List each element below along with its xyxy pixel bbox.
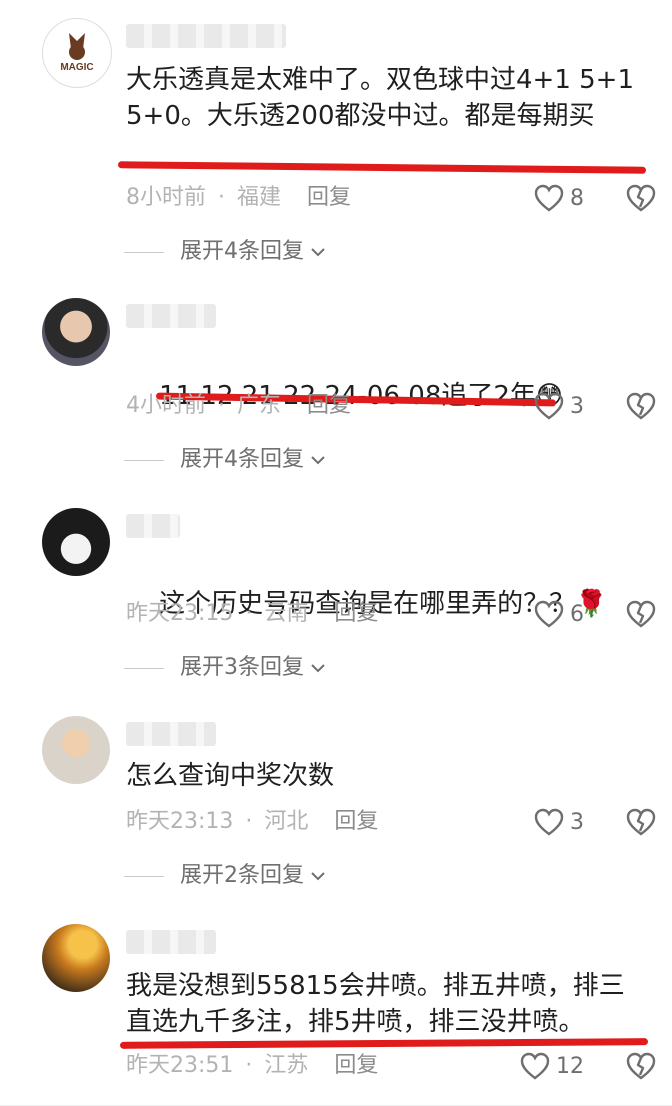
comment-time: 4小时前 xyxy=(126,393,206,418)
like-count: 12 xyxy=(556,1053,584,1079)
comment-location: 广东 xyxy=(237,393,282,418)
username[interactable] xyxy=(126,722,216,746)
comment-item: 怎么查询中奖次数 昨天23:13 · 河北 回复 3 展开2条回复 xyxy=(0,708,672,916)
reply-button[interactable]: 回复 xyxy=(334,806,378,838)
like-count: 3 xyxy=(570,809,584,835)
comment-item: 11 12 21 22 24-06 08追了2年😳 4小时前·广东回复 3 展开… xyxy=(0,290,672,500)
comment-time: 昨天23:13 xyxy=(126,809,234,834)
heart-outline-icon xyxy=(534,600,564,628)
expand-replies-label: 展开4条回复 xyxy=(180,239,304,264)
like-button[interactable]: 6 xyxy=(534,598,584,630)
reply-button[interactable]: 回复 xyxy=(334,598,378,630)
avatar[interactable] xyxy=(42,716,110,784)
like-button[interactable]: 8 xyxy=(534,182,584,214)
username[interactable] xyxy=(126,514,180,538)
expand-replies-button[interactable]: 展开2条回复 xyxy=(124,860,326,892)
svg-text:MAGIC: MAGIC xyxy=(60,62,93,73)
comment-meta: 4小时前 · 广东 回复 xyxy=(126,390,351,422)
broken-heart-icon[interactable] xyxy=(626,1051,656,1081)
comment-meta: 昨天23:15 · 云南 回复 xyxy=(126,598,378,630)
username[interactable] xyxy=(126,24,286,48)
comment-meta: 昨天23:51 · 江苏 回复 xyxy=(126,1050,378,1082)
heart-outline-icon xyxy=(534,184,564,212)
red-underline-annotation xyxy=(117,161,647,174)
divider-line xyxy=(124,876,164,877)
expand-replies-button[interactable]: 展开4条回复 xyxy=(124,236,326,268)
divider-line xyxy=(124,668,164,669)
username[interactable] xyxy=(126,930,216,954)
comment-time: 8小时前 xyxy=(126,185,206,210)
reply-button[interactable]: 回复 xyxy=(334,1050,378,1082)
broken-heart-icon[interactable] xyxy=(626,183,656,213)
like-count: 3 xyxy=(570,393,584,419)
divider-line xyxy=(124,252,164,253)
chevron-down-icon xyxy=(311,456,325,465)
comment-time: 昨天23:15 xyxy=(126,601,234,626)
comment-text: 怎么查询中奖次数 xyxy=(126,761,335,791)
avatar[interactable] xyxy=(42,924,110,992)
magic-logo-icon: MAGIC xyxy=(60,33,94,73)
comment-text: 大乐透真是太难中了。双色球中过4+1 5+1 5+0。大乐透200都没中过。都是… xyxy=(126,65,651,131)
divider-line xyxy=(124,460,164,461)
avatar[interactable] xyxy=(42,508,110,576)
broken-heart-icon[interactable] xyxy=(626,391,656,421)
expand-replies-button[interactable]: 展开4条回复 xyxy=(124,444,326,476)
comment-item: MAGIC 大乐透真是太难中了。双色球中过4+1 5+1 5+0。大乐透200都… xyxy=(0,0,672,290)
chevron-down-icon xyxy=(311,872,325,881)
like-count: 6 xyxy=(570,601,584,627)
expand-replies-label: 展开2条回复 xyxy=(180,863,304,888)
chevron-down-icon xyxy=(311,664,325,673)
heart-outline-icon xyxy=(534,808,564,836)
comment-item: 这个历史号码查询是在哪里弄的？？🌹 昨天23:15 · 云南 回复 6 展开3条回复 xyxy=(0,500,672,708)
broken-heart-icon[interactable] xyxy=(626,807,656,837)
reply-button[interactable]: 回复 xyxy=(307,390,351,422)
comment-location: 江苏 xyxy=(264,1053,309,1078)
avatar[interactable] xyxy=(42,298,110,366)
expand-replies-label: 展开3条回复 xyxy=(180,655,304,680)
heart-outline-icon xyxy=(520,1052,550,1080)
comment-text: 我是没想到55815会井喷。排五井喷，排三直选九千多注，排5井喷，排三没井喷。 xyxy=(126,971,625,1037)
comment-location: 云南 xyxy=(264,601,309,626)
reply-button[interactable]: 回复 xyxy=(307,182,351,214)
comment-meta: 8小时前 · 福建 回复 xyxy=(126,182,351,214)
like-button[interactable]: 3 xyxy=(534,806,584,838)
chevron-down-icon xyxy=(311,248,325,257)
avatar[interactable]: MAGIC xyxy=(42,18,112,88)
comment-item: 我是没想到55815会井喷。排五井喷，排三直选九千多注，排5井喷，排三没井喷。 … xyxy=(0,916,672,1106)
comment-location: 福建 xyxy=(237,185,282,210)
broken-heart-icon[interactable] xyxy=(626,599,656,629)
expand-replies-button[interactable]: 展开3条回复 xyxy=(124,652,326,684)
heart-outline-icon xyxy=(534,392,564,420)
comment-time: 昨天23:51 xyxy=(126,1053,234,1078)
comment-meta: 昨天23:13 · 河北 回复 xyxy=(126,806,378,838)
like-count: 8 xyxy=(570,185,584,211)
like-button[interactable]: 12 xyxy=(520,1050,584,1082)
comment-location: 河北 xyxy=(264,809,309,834)
username[interactable] xyxy=(126,304,216,328)
expand-replies-label: 展开4条回复 xyxy=(180,447,304,472)
like-button[interactable]: 3 xyxy=(534,390,584,422)
